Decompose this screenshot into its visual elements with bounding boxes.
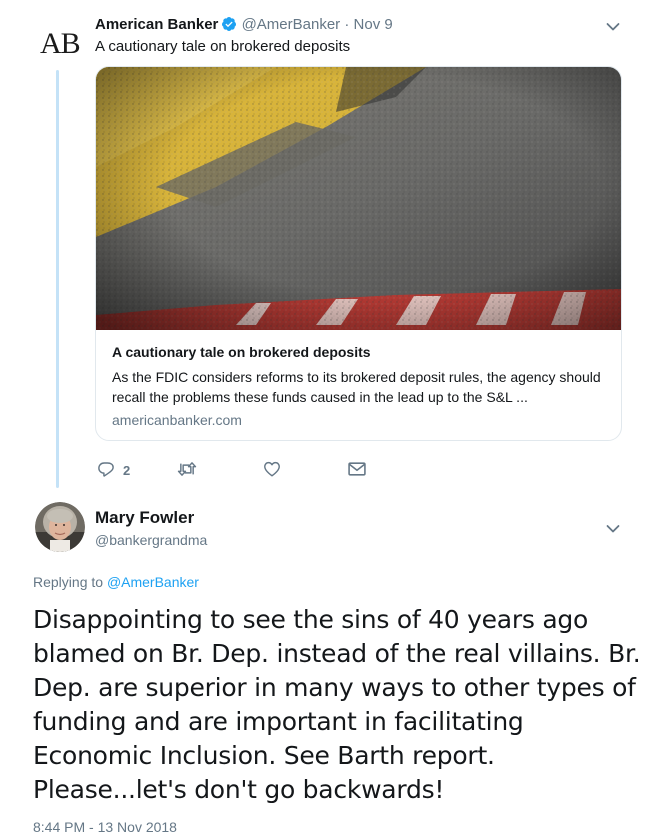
replying-to-link[interactable]: @AmerBanker [107, 574, 199, 590]
thread-connector-line [56, 70, 59, 488]
reply-button[interactable]: 2 [97, 458, 130, 482]
replying-to-prefix: Replying to [33, 574, 104, 590]
reply-count: 2 [123, 462, 131, 478]
link-preview-card[interactable]: A cautionary tale on brokered deposits A… [95, 66, 622, 441]
avatar[interactable] [35, 502, 85, 552]
reply-icon [97, 460, 115, 481]
parent-tweet-header: American Banker @AmerBanker · Nov 9 [95, 15, 393, 38]
retweet-icon [177, 460, 197, 481]
heart-icon [263, 460, 281, 481]
replying-to-line: Replying to @AmerBanker [33, 573, 199, 591]
reply-tweet-text: Disappointing to see the sins of 40 year… [33, 605, 641, 804]
verified-badge-icon [221, 16, 237, 38]
parent-tweet-actions: 2 [95, 458, 395, 482]
card-image [96, 67, 621, 330]
parent-tweet-text: A cautionary tale on brokered deposits [95, 38, 351, 55]
retweet-button[interactable] [177, 458, 197, 482]
like-button[interactable] [263, 458, 281, 482]
reply-timestamp[interactable]: 8:44 PM - 13 Nov 2018 [33, 818, 177, 836]
parent-author-name[interactable]: American Banker [95, 16, 218, 33]
card-domain: americanbanker.com [112, 412, 242, 428]
card-description: As the FDIC considers reforms to its bro… [112, 369, 601, 405]
parent-author-handle[interactable]: @AmerBanker [242, 16, 341, 33]
parent-tweet-date[interactable]: Nov 9 [354, 16, 393, 33]
american-banker-logo[interactable]: AB [40, 26, 81, 62]
card-body: A cautionary tale on brokered deposits A… [112, 343, 605, 430]
reply-author-name[interactable]: Mary Fowler [95, 507, 194, 529]
reply-tweet-menu-chevron-down-icon[interactable] [606, 521, 620, 539]
direct-message-button[interactable] [347, 458, 367, 482]
reply-author-handle[interactable]: @bankergrandma [95, 531, 207, 549]
card-title: A cautionary tale on brokered deposits [112, 344, 371, 360]
header-separator: · [344, 16, 350, 33]
parent-tweet-menu-chevron-down-icon[interactable] [606, 19, 620, 37]
envelope-icon [347, 460, 367, 481]
